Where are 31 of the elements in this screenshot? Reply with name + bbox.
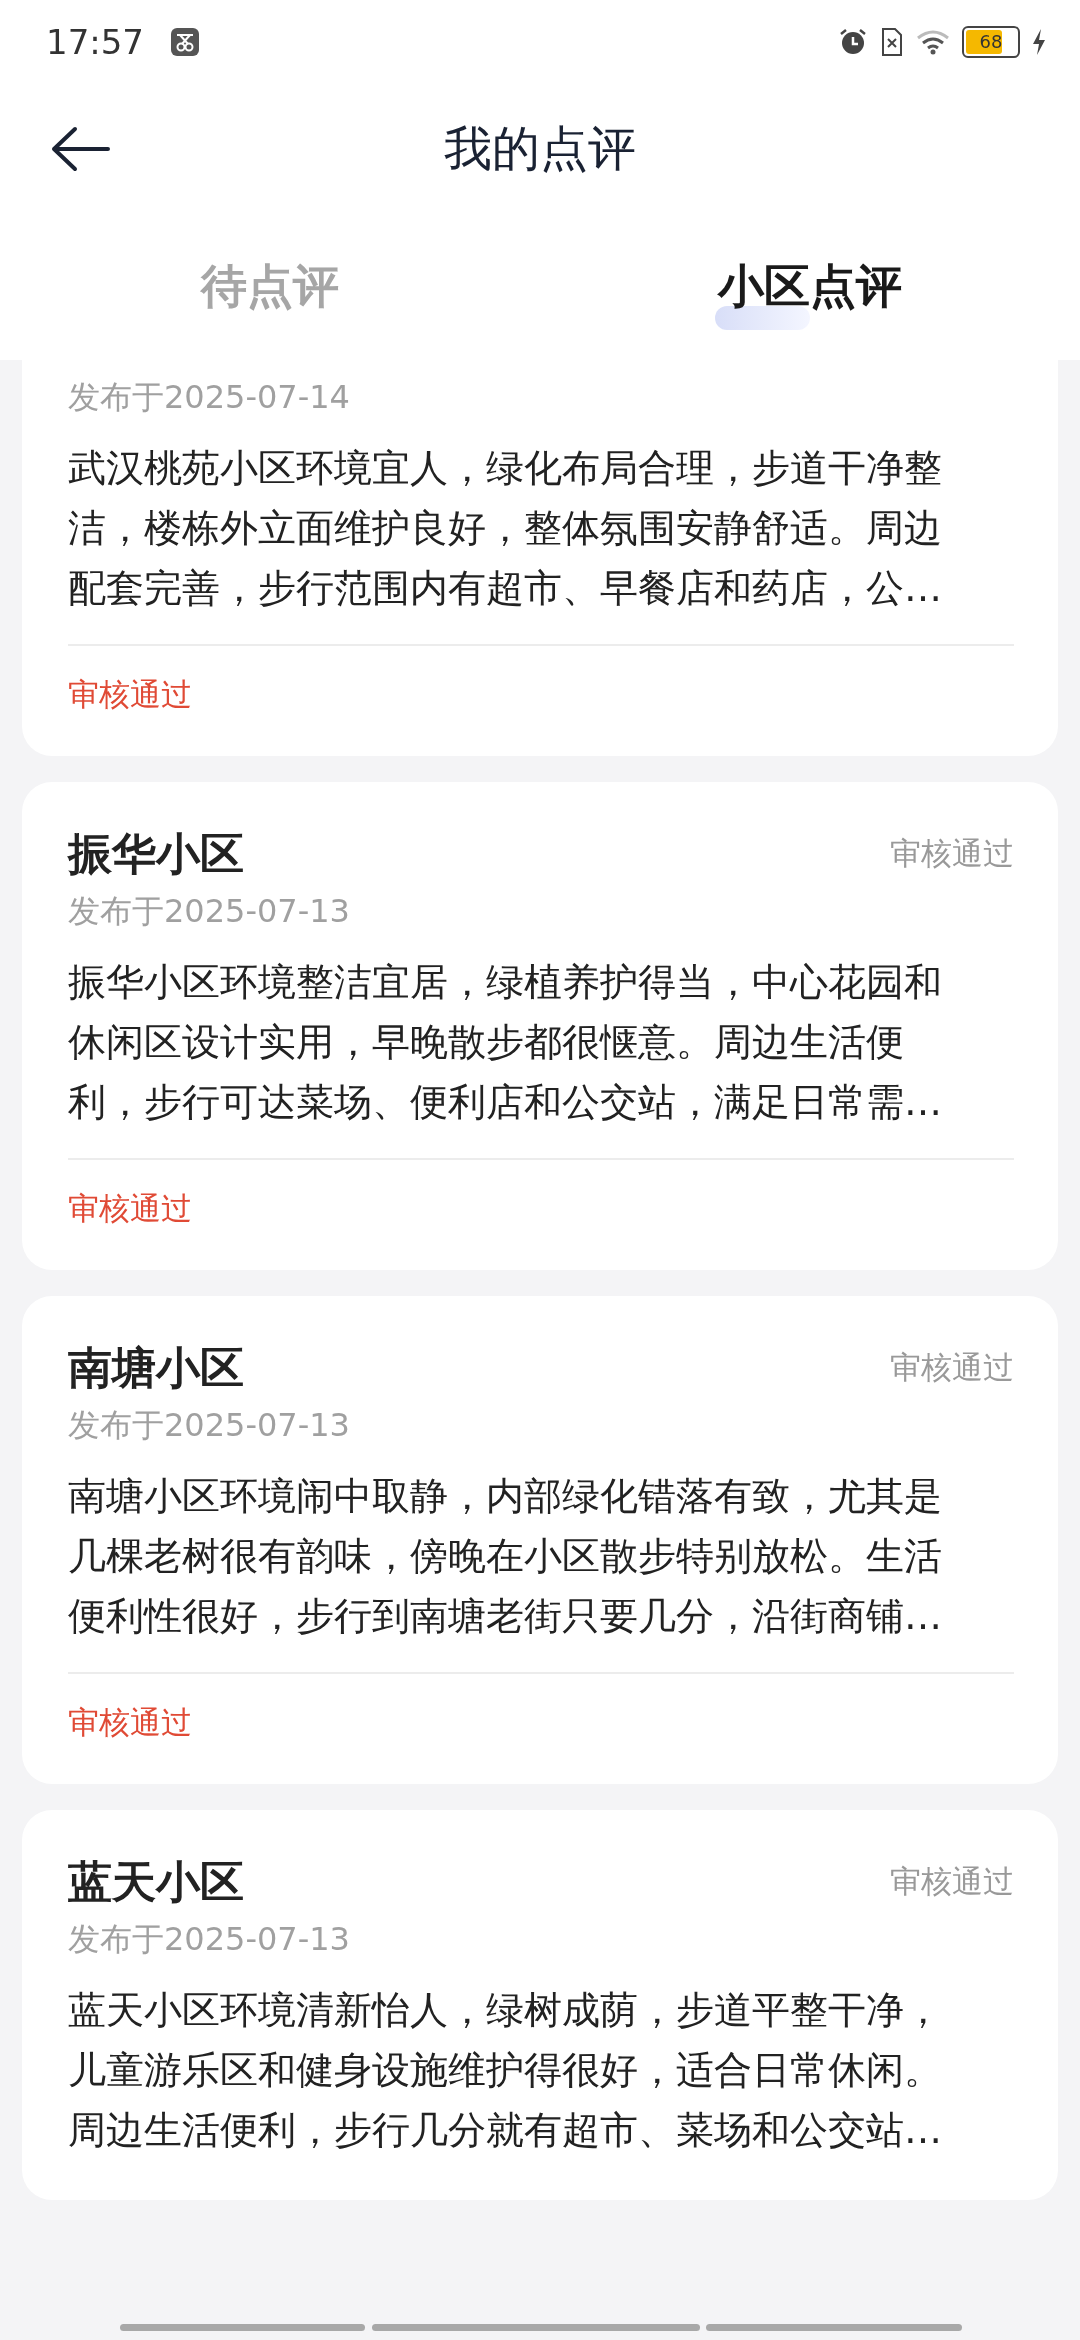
community-name: 蓝天小区 (68, 1854, 244, 1909)
review-card[interactable]: 南塘小区 审核通过 发布于2025-07-13 南塘小区环境闹中取静，内部绿化错落有致，尤其是几棵老树很有韵味，傍晚在小区散步特别放松。生活便利性很好，步行到南塘老街只要几分，沿街商铺… 审核通过 (22, 1296, 1058, 1784)
review-status: 审核通过 (68, 1703, 193, 1742)
review-text: 武汉桃苑小区环境宜人，绿化布局合理，步道干净整洁，楼栋外立面维护良好，整体氛围安静舒适。周边配套完善，步行范围内有超市、早餐店和药店，公… (68, 445, 943, 612)
publish-date: 发布于2025-07-14 (68, 377, 351, 418)
tab[interactable]: 小区点评 (540, 214, 1080, 360)
review-status: 审核通过 (890, 834, 1014, 873)
publish-date: 发布于2025-07-13 (68, 1405, 351, 1446)
review-text: 南塘小区环境闹中取静，内部绿化错落有致，尤其是几棵老树很有韵味，傍晚在小区散步特别放松。生活便利性很好，步行到南塘老街只要几分，沿街商铺… (68, 1473, 943, 1640)
community-name: 振华小区 (68, 826, 244, 881)
community-name: 南塘小区 (68, 1340, 244, 1395)
publish-date: 发布于2025-07-13 (68, 1919, 351, 1960)
charging-icon (1032, 28, 1046, 56)
review-status: 审核通过 (890, 1348, 1014, 1387)
sim-card-icon (880, 27, 904, 57)
review-card[interactable]: 发布于2025-07-14 武汉桃苑小区环境宜人，绿化布局合理，步道干净整洁，楼栋外立面维护良好，整体氛围安静舒适。周边配套完善，步行范围内有超市、早餐店和药店，公… 审核通过 (22, 360, 1058, 756)
review-text: 振华小区环境整洁宜居，绿植养护得当，中心花园和休闲区设计实用，早晚散步都很惬意。周边生活便利，步行可达菜场、便利店和公交站，满足日常需… (68, 959, 943, 1126)
back-icon[interactable] (50, 126, 110, 172)
alarm-icon (838, 27, 868, 57)
status-time: 17:57 (46, 22, 144, 62)
page-title: 我的点评 (444, 119, 636, 178)
publish-date: 发布于2025-07-13 (68, 891, 351, 932)
wifi-icon (916, 28, 950, 56)
review-card[interactable]: 蓝天小区 审核通过 发布于2025-07-13 蓝天小区环境清新怡人，绿树成荫，步道平整干净，儿童游乐区和健身设施维护得很好，适合日常休闲。周边生活便利，步行几分就有超市、菜场和公交站… (22, 1810, 1058, 2200)
app-notification-icon (170, 27, 200, 57)
battery-icon: 68 (962, 26, 1020, 58)
review-text: 蓝天小区环境清新怡人，绿树成荫，步道平整干净，儿童游乐区和健身设施维护得很好，适合日常休闲。周边生活便利，步行几分就有超市、菜场和公交站… (68, 1987, 943, 2154)
review-status: 审核通过 (890, 1862, 1014, 1901)
review-status: 审核通过 (68, 1189, 193, 1228)
review-status: 审核通过 (68, 675, 193, 714)
review-card[interactable]: 振华小区 审核通过 发布于2025-07-13 振华小区环境整洁宜居，绿植养护得当，中心花园和休闲区设计实用，早晚散步都很惬意。周边生活便利，步行可达菜场、便利店和公交站，满足日常需… 审核通过 (22, 782, 1058, 1270)
